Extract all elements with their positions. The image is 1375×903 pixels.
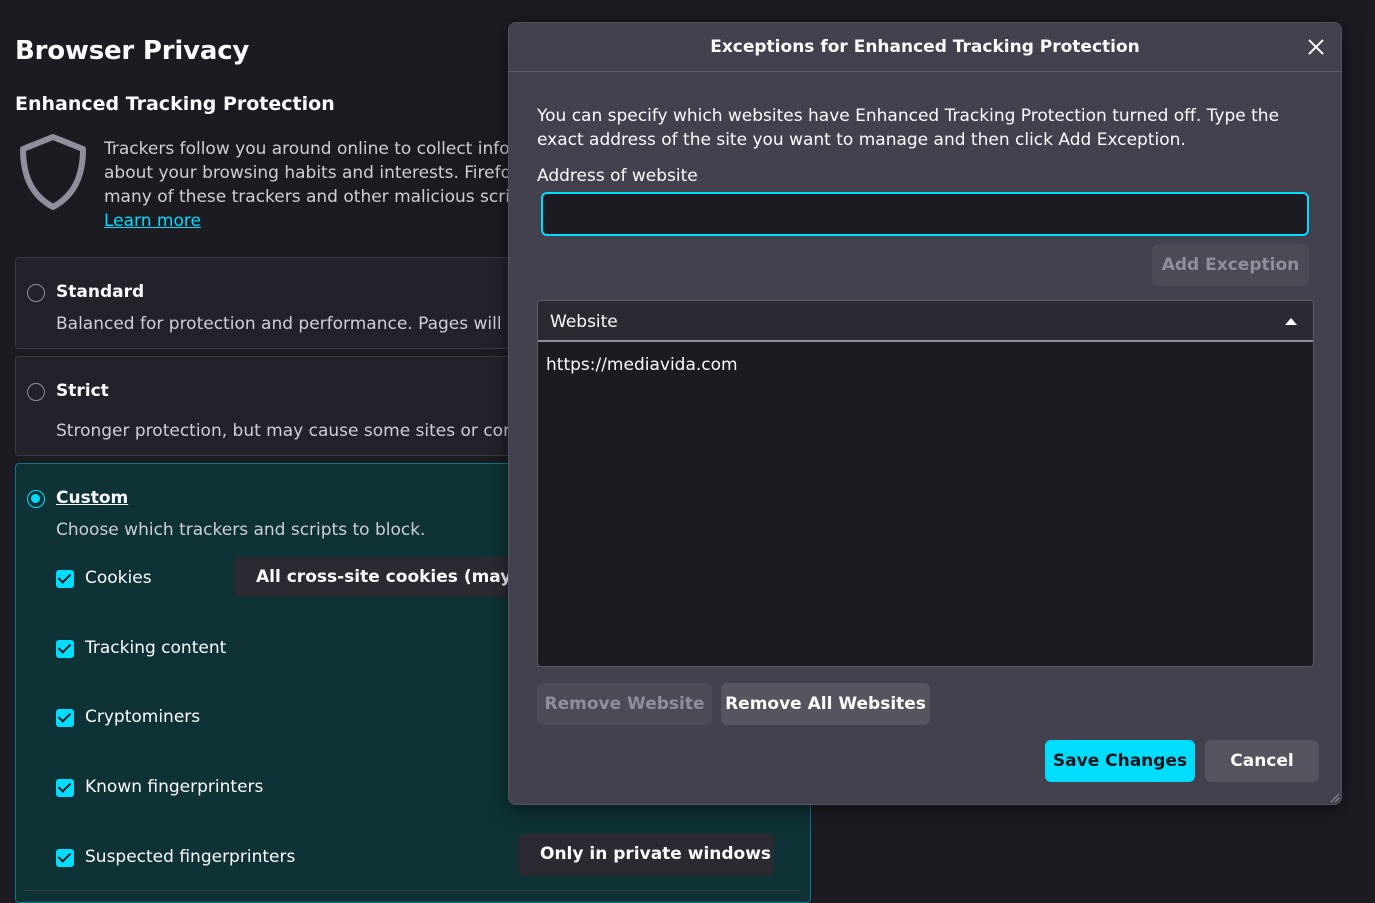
cryptominers-checkbox[interactable] [56,709,74,727]
learn-more-link[interactable]: Learn more [104,211,201,231]
cookies-checkbox[interactable] [56,570,74,588]
intro-line: about your browsing habits and interests… [104,163,524,183]
website-column-label: Website [550,312,618,332]
cancel-button[interactable]: Cancel [1205,740,1319,782]
cookies-label: Cookies [85,568,152,588]
website-column-header[interactable]: Website [538,301,1313,342]
page-title: Browser Privacy [15,36,250,66]
strict-radio[interactable] [27,383,45,401]
suspected-fingerprinters-select[interactable]: Only in private windows⌄ [518,834,774,876]
cookies-select[interactable]: All cross-site cookies (may cause websit… [234,557,524,597]
dialog-title: Exceptions for Enhanced Tracking Protect… [710,37,1140,57]
suspected-fingerprinters-label: Suspected fingerprinters [85,847,296,867]
add-exception-button[interactable]: Add Exception [1152,244,1309,286]
address-input[interactable] [541,192,1309,236]
dialog-description: You can specify which websites have Enha… [537,106,1280,150]
intro-line: Trackers follow you around online to col… [104,139,524,159]
sort-ascending-icon [1285,318,1297,325]
standard-label: Standard [56,282,145,302]
tracking-content-label: Tracking content [85,638,227,658]
dialog-header: Exceptions for Enhanced Tracking Protect… [509,23,1341,72]
intro-line: many of these trackers and other malicio… [104,187,524,207]
custom-radio[interactable] [27,490,45,508]
tracking-content-checkbox[interactable] [56,640,74,658]
strict-label: Strict [56,381,109,401]
address-label: Address of website [537,166,698,186]
exceptions-dialog: Exceptions for Enhanced Tracking Protect… [508,22,1342,805]
resize-grip-icon[interactable] [1328,791,1340,803]
cryptominers-label: Cryptominers [85,707,201,727]
known-fingerprinters-checkbox[interactable] [56,779,74,797]
known-fingerprinters-label: Known fingerprinters [85,777,264,797]
suspected-fingerprinters-checkbox[interactable] [56,849,74,867]
save-changes-button[interactable]: Save Changes [1045,740,1195,782]
standard-radio[interactable] [27,284,45,302]
website-list: Website https://mediavida.com [537,300,1314,667]
suspected-fingerprinters-select-value: Only in private windows [540,844,772,864]
close-icon[interactable] [1303,34,1329,60]
remove-website-button[interactable]: Remove Website [537,683,712,725]
custom-label: Custom [56,488,129,508]
intro-text: Trackers follow you around online to col… [104,137,524,233]
shield-icon [20,134,86,210]
remove-all-websites-button[interactable]: Remove All Websites [721,683,930,725]
list-item[interactable]: https://mediavida.com [546,355,738,375]
custom-description: Choose which trackers and scripts to blo… [56,520,426,540]
divider [25,890,801,891]
section-title: Enhanced Tracking Protection [15,93,335,115]
